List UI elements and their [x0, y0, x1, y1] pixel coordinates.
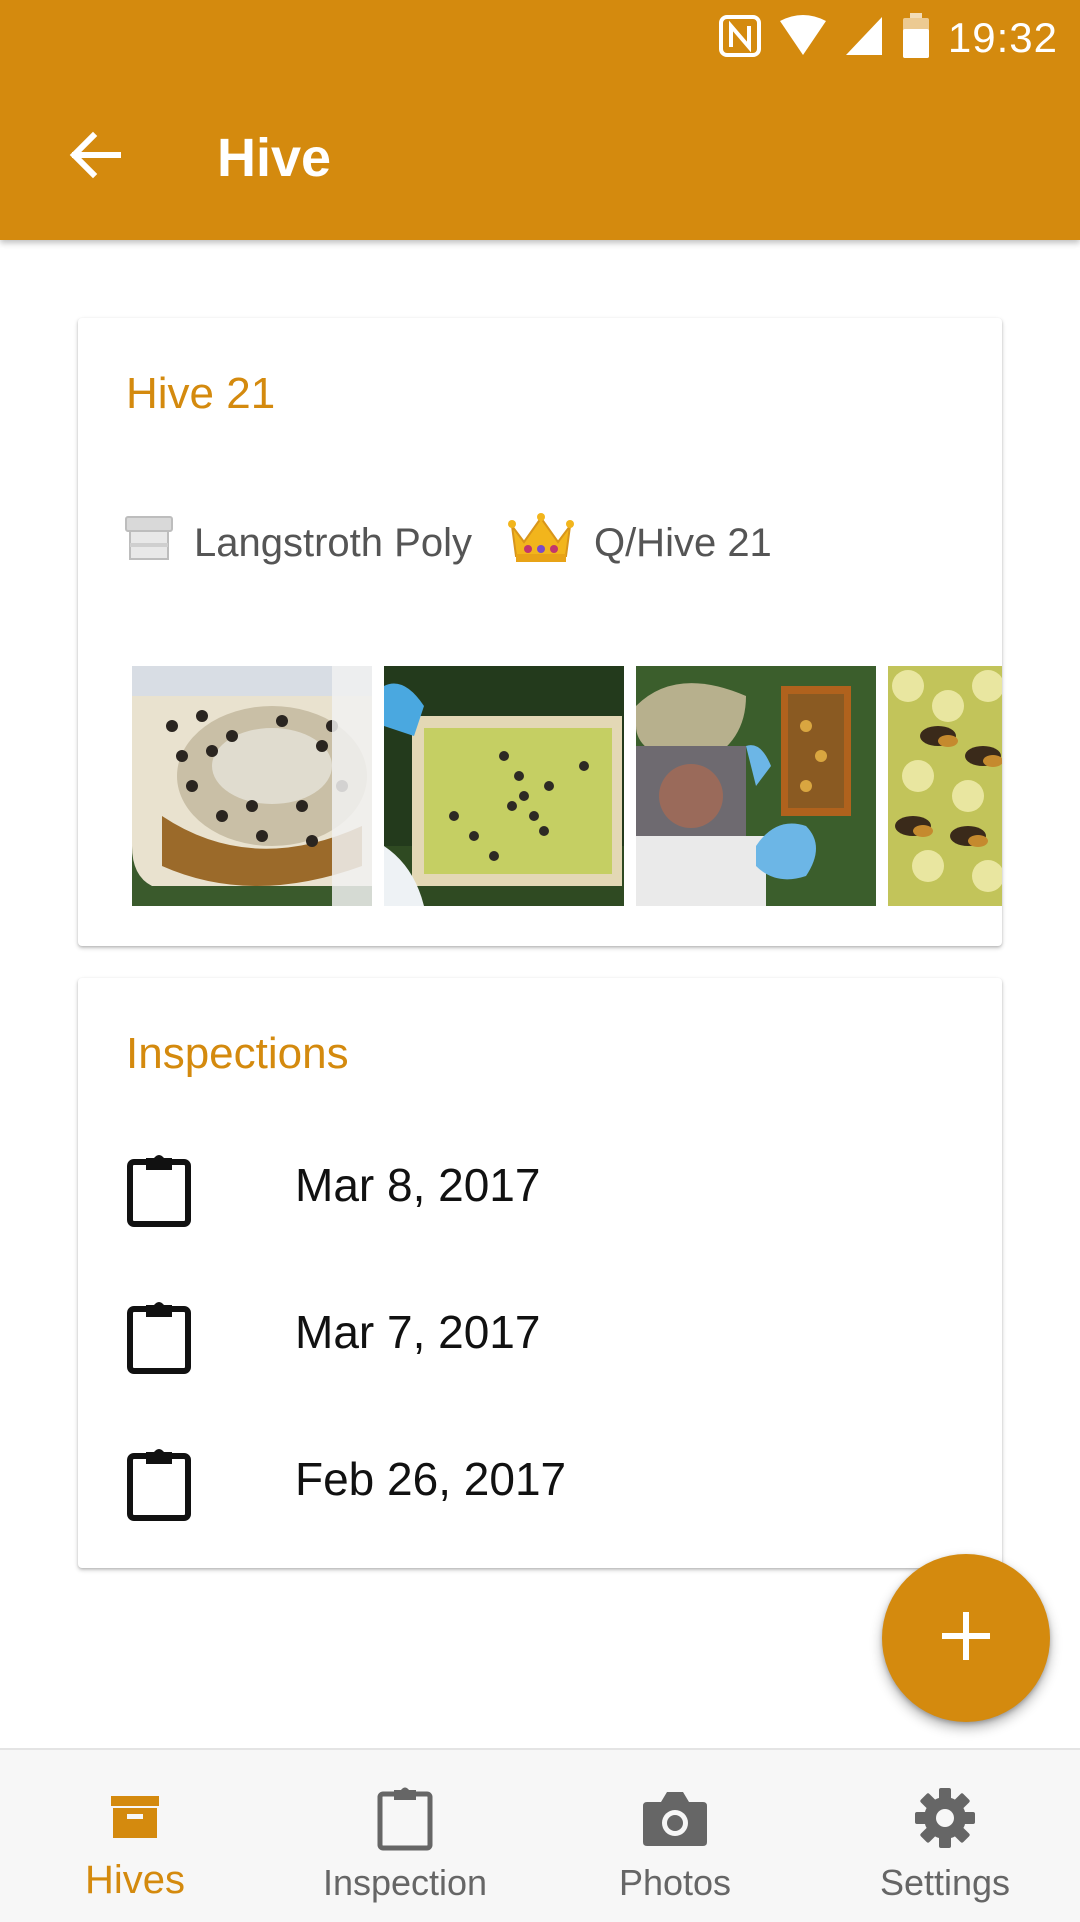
clipboard-icon: [126, 1152, 192, 1233]
arrow-back-icon: [69, 131, 122, 184]
clipboard-icon: [126, 1299, 192, 1380]
crown-icon: [507, 512, 574, 574]
hive-queen: Q/Hive 21: [507, 512, 772, 574]
hive-card: Hive 21 Langstroth Poly Q/Hive 21: [78, 318, 1002, 946]
inspection-date: Feb 26, 2017: [295, 1453, 567, 1505]
page-title: Hive: [217, 128, 332, 188]
hive-name: Hive 21: [126, 369, 276, 418]
bottom-navigation: Hives Inspection Photos Settings: [0, 1748, 1080, 1922]
signal-icon: [844, 15, 884, 62]
camera-icon: [643, 1784, 707, 1852]
inspection-date: Mar 8, 2017: [295, 1159, 541, 1211]
inspections-heading: Inspections: [126, 1029, 349, 1078]
inspection-item[interactable]: Mar 7, 2017: [78, 1265, 1002, 1395]
nav-settings[interactable]: Settings: [810, 1750, 1080, 1922]
hive-photo[interactable]: [888, 666, 1002, 906]
back-button[interactable]: [50, 116, 140, 198]
photo-strip[interactable]: [132, 666, 1002, 906]
inspection-date: Mar 7, 2017: [295, 1306, 541, 1358]
status-time: 19:32: [947, 14, 1058, 61]
nfc-icon: [718, 14, 762, 63]
nav-label: Settings: [879, 1862, 1011, 1903]
wifi-icon: [779, 14, 826, 62]
hive-meta: Langstroth Poly Q/Hive 21: [124, 508, 772, 578]
nav-inspection[interactable]: Inspection: [270, 1750, 540, 1922]
battery-icon: [902, 12, 930, 64]
nav-label: Inspection: [322, 1862, 488, 1903]
nav-photos[interactable]: Photos: [540, 1750, 810, 1922]
app-bar: 19:32 Hive: [0, 0, 1080, 240]
hive-type: Langstroth Poly: [124, 515, 472, 571]
clipboard-icon: [126, 1446, 192, 1527]
plus-icon: [940, 1610, 992, 1667]
nav-label: Photos: [618, 1862, 732, 1903]
hive-photo[interactable]: [636, 666, 876, 906]
hive-photo[interactable]: [132, 666, 372, 906]
queen-label: Q/Hive 21: [593, 520, 772, 565]
nav-label: Hives: [84, 1858, 186, 1902]
inspections-card: Inspections Mar 8, 2017 Mar 7, 2017 Feb …: [78, 978, 1002, 1568]
hive-box-icon: [124, 515, 174, 571]
hive-type-label: Langstroth Poly: [194, 520, 472, 565]
inspection-item[interactable]: Mar 8, 2017: [78, 1118, 1002, 1248]
nav-hives[interactable]: Hives: [0, 1750, 270, 1922]
toolbar: Hive: [0, 74, 1080, 240]
hive-photo[interactable]: [384, 666, 624, 906]
gear-icon: [914, 1784, 976, 1852]
clipboard-icon: [377, 1784, 433, 1852]
hive-box-icon: [111, 1784, 159, 1852]
add-button[interactable]: [882, 1554, 1050, 1722]
status-bar: 19:32: [0, 0, 1080, 74]
inspection-item[interactable]: Feb 26, 2017: [78, 1412, 1002, 1542]
